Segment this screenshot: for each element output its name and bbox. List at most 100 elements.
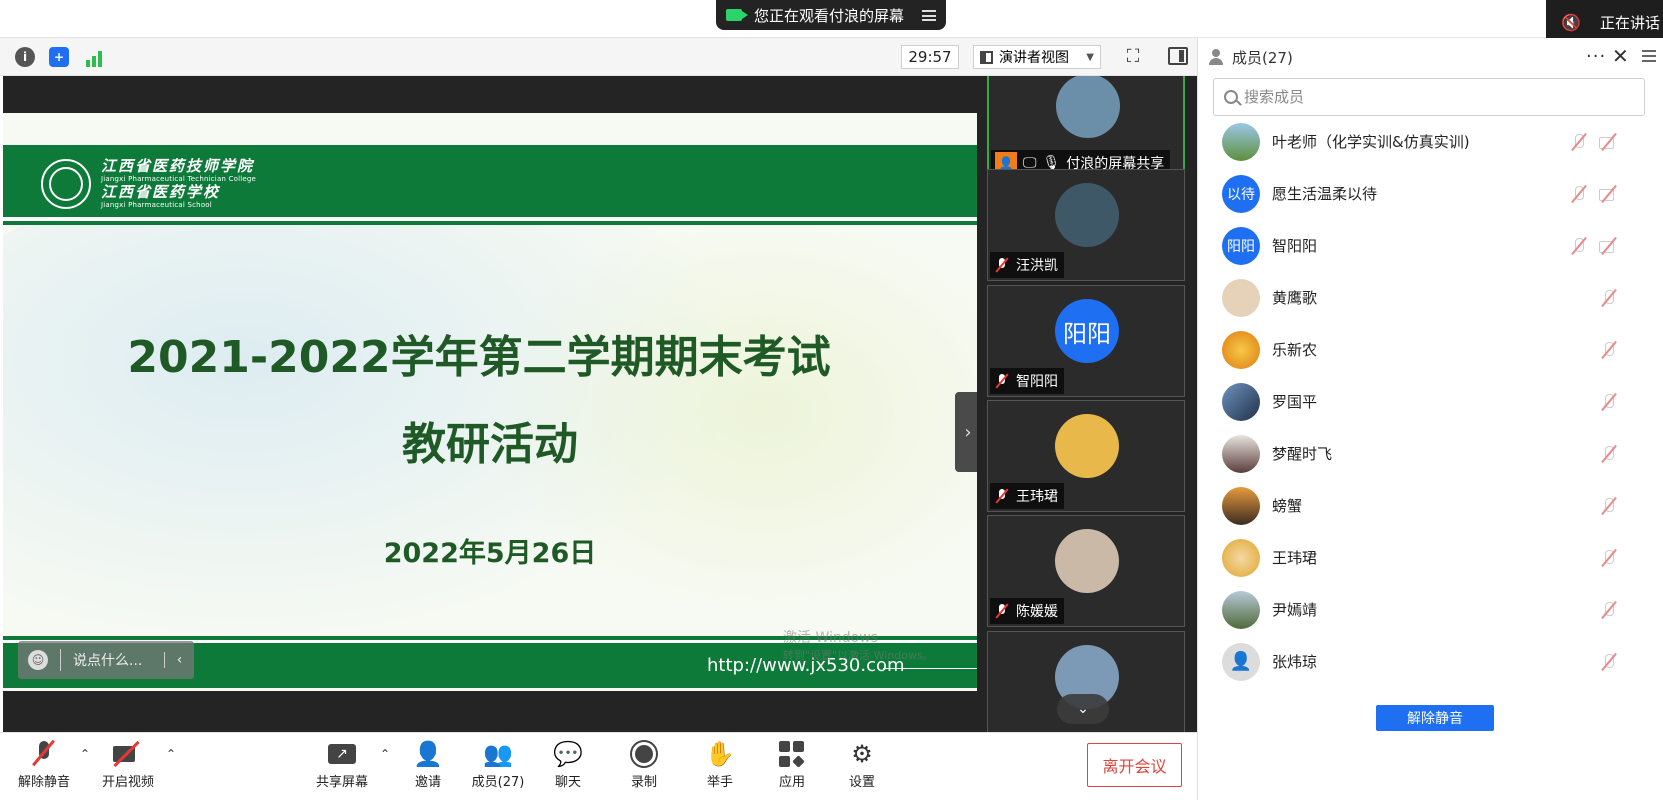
menu-icon[interactable] (922, 9, 936, 21)
unmute-label: 解除静音 (17, 775, 70, 790)
member-name: 智阳阳 (1272, 237, 1318, 255)
mic-muted-icon[interactable] (1599, 496, 1619, 516)
list-item[interactable]: 阳阳 智阳阳 (1198, 218, 1663, 273)
video-tile[interactable]: 王玮珺 (987, 400, 1185, 512)
members-button[interactable]: 👥 成员(27) (462, 739, 534, 795)
slide-header-band: 江西省医药技师学院 Jiangxi Pharmaceutical Technic… (3, 145, 977, 221)
share-screen-button[interactable]: ↗ 共享屏幕 (306, 739, 378, 795)
meeting-window: 您正在观看付浪的屏幕 🔇 正在讲话 i + 29:57 演讲者视图 ▼ ⛶ 江西… (0, 0, 1663, 800)
speaking-label: 正在讲话 (1600, 13, 1661, 32)
footer-divider (883, 668, 977, 669)
member-name: 愿生活温柔以待 (1272, 185, 1378, 203)
list-item[interactable]: 以待 愿生活温柔以待 (1198, 166, 1663, 221)
member-search[interactable] (1213, 78, 1645, 116)
chat-button[interactable]: 💬 聊天 (532, 739, 604, 795)
gear-icon: ⚙ (851, 740, 873, 768)
more-options-icon[interactable]: ··· (1586, 46, 1606, 67)
invite-button[interactable]: 👤 邀请 (392, 739, 464, 795)
unmute-all-button[interactable]: 解除静音 (1376, 705, 1494, 731)
record-button[interactable]: 录制 (608, 739, 680, 795)
avatar (1055, 183, 1119, 247)
scroll-down-button[interactable]: ⌄ (1057, 694, 1109, 724)
chat-placeholder[interactable]: 说点什么... (73, 650, 142, 670)
tile-label: 智阳阳 (990, 368, 1064, 394)
video-off-icon[interactable] (1598, 132, 1620, 152)
apps-label: 应用 (778, 775, 805, 790)
list-item[interactable]: 罗国平 (1198, 374, 1663, 429)
signal-strength-icon[interactable] (83, 49, 105, 67)
settings-button[interactable]: ⚙ 设置 (826, 739, 898, 795)
mic-muted-icon[interactable] (1569, 184, 1589, 204)
menu-icon[interactable] (1642, 50, 1656, 62)
member-name: 螃蟹 (1272, 497, 1303, 515)
avatar (1222, 434, 1260, 473)
quick-chat-box[interactable]: ☺ 说点什么... ‹ (18, 641, 194, 679)
mic-muted-icon (994, 257, 1010, 273)
list-item[interactable]: 螃蟹 (1198, 478, 1663, 533)
raise-hand-button[interactable]: ✋ 举手 (684, 739, 756, 795)
mic-muted-icon[interactable] (1569, 132, 1589, 152)
video-tile[interactable]: 汪洪凯 (987, 169, 1185, 281)
collapse-chat-icon[interactable]: ‹ (164, 652, 194, 668)
school-name-en-2: Jiangxi Pharmaceutical School (101, 201, 212, 209)
list-item[interactable]: 尹嫣靖 (1198, 582, 1663, 637)
fullscreen-icon[interactable]: ⛶ (1123, 47, 1143, 67)
member-name: 叶老师（化学实训&仿真实训) (1272, 133, 1470, 151)
share-options-caret[interactable]: ⌃ (380, 747, 390, 761)
list-item[interactable]: 王玮珺 (1198, 530, 1663, 585)
watermark-line2: 转到"设置"以激活 Windows。 (783, 649, 934, 662)
start-video-button[interactable]: 开启视频 (92, 739, 164, 795)
list-item[interactable]: 乐新农 (1198, 322, 1663, 377)
list-item[interactable]: 👤 张炜琼 (1198, 634, 1663, 689)
video-camera-icon (726, 9, 748, 21)
audio-options-caret[interactable]: ⌃ (80, 747, 90, 761)
mic-muted-icon[interactable] (1599, 288, 1619, 308)
emoji-icon[interactable]: ☺ (28, 650, 48, 670)
mic-muted-icon[interactable] (1599, 392, 1619, 412)
activation-watermark: 激活 Windows 转到"设置"以激活 Windows。 (783, 629, 934, 665)
info-icon[interactable]: i (15, 47, 35, 67)
list-item[interactable]: 叶老师（化学实训&仿真实训) (1198, 122, 1663, 169)
chat-icon: 💬 (553, 740, 583, 768)
search-input[interactable] (1244, 88, 1624, 106)
mic-muted-icon[interactable] (1599, 600, 1619, 620)
close-icon[interactable]: ✕ (1612, 44, 1629, 68)
member-name: 张炜琼 (1272, 653, 1318, 671)
mic-muted-icon[interactable] (1599, 340, 1619, 360)
avatar (1055, 414, 1119, 478)
video-tile[interactable]: 阳阳 智阳阳 (987, 285, 1185, 397)
mic-muted-icon (994, 373, 1010, 389)
video-tile[interactable]: 陈媛媛 (987, 515, 1185, 627)
mic-muted-icon[interactable] (1599, 444, 1619, 464)
tile-name: 智阳阳 (1016, 374, 1058, 390)
list-item[interactable]: 黄鹰歌 (1198, 270, 1663, 325)
viewing-share-pill[interactable]: 您正在观看付浪的屏幕 (716, 0, 946, 30)
school-name-cn-2: 江西省医药学校 (101, 183, 221, 201)
mic-muted-icon (994, 603, 1010, 619)
leave-meeting-button[interactable]: 离开会议 (1087, 743, 1182, 787)
chevron-down-icon: ⌄ (1077, 701, 1089, 717)
video-off-icon[interactable] (1598, 236, 1620, 256)
video-off-icon[interactable] (1598, 184, 1620, 204)
list-item[interactable]: 梦醒时飞 (1198, 426, 1663, 481)
avatar (1056, 76, 1120, 138)
mic-muted-icon[interactable] (1599, 548, 1619, 568)
avatar (1055, 529, 1119, 593)
person-icon (1208, 49, 1224, 65)
apps-button[interactable]: 应用 (756, 739, 828, 795)
member-name: 王玮珺 (1272, 549, 1318, 567)
watermark-line1: 激活 Windows (783, 630, 878, 646)
unmute-button[interactable]: 解除静音 (8, 739, 80, 795)
mic-muted-icon[interactable] (1569, 236, 1589, 256)
side-panel-toggle-icon[interactable] (1168, 47, 1188, 65)
video-tile[interactable]: 👤 🖵 🎙 付浪的屏幕共享 (987, 76, 1185, 180)
tile-label: 王玮珺 (990, 483, 1064, 509)
view-mode-dropdown[interactable]: 演讲者视图 ▼ (973, 45, 1101, 69)
meeting-toolbar: 解除静音 ⌃ 开启视频 ⌃ ↗ 共享屏幕 ⌃ 👤 邀请 👥 成员(27) 💬 聊… (0, 732, 1197, 800)
mic-muted-icon (994, 488, 1010, 504)
chat-label: 聊天 (554, 775, 581, 790)
video-options-caret[interactable]: ⌃ (166, 747, 176, 761)
shield-icon[interactable]: + (49, 47, 69, 67)
mic-muted-icon[interactable] (1599, 652, 1619, 672)
member-name: 黄鹰歌 (1272, 289, 1318, 307)
